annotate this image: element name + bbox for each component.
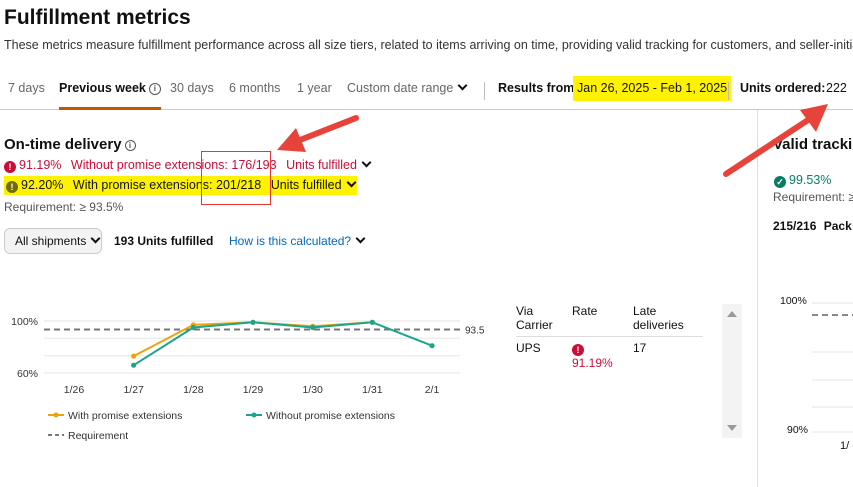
column-header: Late deliveries xyxy=(633,304,684,332)
warning-icon: ! xyxy=(6,181,18,193)
valid-tracking-requirement: Requirement: ≥ xyxy=(773,190,853,204)
data-point xyxy=(310,324,316,331)
data-point xyxy=(190,324,196,331)
units-ordered-value: 222 xyxy=(826,81,847,95)
chevron-down-icon xyxy=(361,157,372,168)
units-ordered-label: Units ordered: xyxy=(740,81,826,95)
alert-icon: ! xyxy=(4,161,16,173)
info-icon[interactable]: i xyxy=(124,140,136,151)
on-time-delivery-title: On-time delivery i xyxy=(4,136,136,153)
with-text: With promise extensions: xyxy=(72,178,213,192)
custom-range-label: Custom date range xyxy=(347,81,454,95)
scroll-up-icon[interactable] xyxy=(727,311,737,317)
late-cell: 17 xyxy=(633,336,703,370)
table-header-row: Via Carrier Rate Late deliveries xyxy=(516,304,703,337)
legend-label: Without promise extensions xyxy=(266,410,395,422)
without-extensions-metric: ! 91.19% Without promise extensions: 176/… xyxy=(4,157,372,173)
requirement-text: Requirement: ≥ 93.5% xyxy=(4,200,124,214)
x-tick-label: 1/30 xyxy=(302,384,323,396)
x-tick-label: 2/1 xyxy=(425,384,440,396)
tab-custom-date-range[interactable]: Custom date range xyxy=(347,80,468,95)
tab-previous-week-label: Previous week xyxy=(59,81,146,95)
carrier-table: Via Carrier Rate Late deliveries UPS ! 91… xyxy=(516,304,703,370)
column-header: Via Carrier xyxy=(516,304,553,332)
legend-label: With promise extensions xyxy=(68,410,182,422)
chevron-down-icon xyxy=(346,177,357,188)
annotation-arrow xyxy=(277,115,359,152)
valid-ratio-text: Pack xyxy=(823,219,852,233)
how-calculated-text: How is this calculated? xyxy=(229,234,352,248)
y-tick-label: 100% xyxy=(780,295,807,307)
tab-7-days[interactable]: 7 days xyxy=(8,81,45,95)
y-tick-label: 60% xyxy=(17,368,38,380)
check-icon: ✓ xyxy=(774,176,786,188)
y-tick-label: 90% xyxy=(787,424,809,436)
units-fulfilled-count: 193 Units fulfilled xyxy=(114,234,214,248)
arrow-shaft xyxy=(297,115,359,143)
chevron-down-icon xyxy=(90,233,101,244)
valid-tracking-ratio: 215/216 Pack xyxy=(773,219,852,233)
on-time-chart: 100% 60% 1/26 1/27 1/28 1/29 1/30 1/31 2/1 93.5 W… xyxy=(11,316,485,442)
chevron-down-icon xyxy=(355,233,366,244)
data-point xyxy=(131,353,137,359)
data-point xyxy=(429,343,435,349)
data-point xyxy=(250,319,256,325)
filter-label: All shipments xyxy=(15,234,87,248)
chart-legend: With promise extensions Without promise e… xyxy=(48,410,395,442)
page-title: Fulfillment metrics xyxy=(4,6,191,29)
carrier-cell: UPS xyxy=(516,336,572,370)
x-tick-label: 1/29 xyxy=(243,384,264,396)
y-tick-label: 100% xyxy=(11,316,38,328)
tab-1-year[interactable]: 1 year xyxy=(297,81,332,95)
divider xyxy=(728,82,729,100)
x-tick-label: 1/28 xyxy=(183,384,204,396)
info-icon[interactable]: i xyxy=(148,83,161,95)
on-time-title-text: On-time delivery xyxy=(4,136,122,153)
results-date-range: Jan 26, 2025 - Feb 1, 2025 xyxy=(573,76,732,101)
legend-label: Requirement xyxy=(68,430,128,442)
callout-box xyxy=(201,151,271,205)
page-subtitle: These metrics measure fulfillment perfor… xyxy=(4,38,853,52)
arrow-head xyxy=(277,128,306,152)
series-line xyxy=(133,321,373,357)
legend-marker xyxy=(251,412,257,418)
x-tick-label: 1/26 xyxy=(64,384,85,396)
with-pct: 92.20% xyxy=(21,178,64,192)
requirement-label: 93.5 xyxy=(465,325,485,336)
x-tick-label: 1/27 xyxy=(123,384,144,396)
valid-ratio-value: 215/216 xyxy=(773,219,817,233)
chevron-down-icon xyxy=(457,80,468,91)
with-extensions-metric: ! 92.20% With promise extensions: 201/218… xyxy=(4,176,357,195)
rate-value: 91.19% xyxy=(572,356,613,370)
data-point xyxy=(131,362,137,368)
tab-previous-week[interactable]: Previous week i xyxy=(59,81,161,110)
chart-series xyxy=(44,319,460,368)
table-scrollbar[interactable] xyxy=(722,304,742,438)
legend-marker xyxy=(53,412,59,418)
divider xyxy=(484,82,485,100)
table-row: UPS ! 91.19% 17 xyxy=(516,336,703,370)
scroll-down-icon[interactable] xyxy=(727,425,737,431)
date-range-tabs: 7 days Previous week i 30 days 6 months 1… xyxy=(0,76,853,110)
alert-icon: ! xyxy=(572,344,584,356)
with-units-label: Units fulfilled xyxy=(270,178,342,192)
valid-tracking-title: Valid tracki xyxy=(773,136,853,153)
with-units-dropdown[interactable]: Units fulfilled xyxy=(270,177,357,192)
shipments-filter-dropdown[interactable]: All shipments xyxy=(4,228,102,254)
without-pct: 91.19% xyxy=(19,158,62,172)
x-tick-label: 1/31 xyxy=(362,384,383,396)
without-units-dropdown[interactable]: Units fulfilled xyxy=(286,157,372,172)
valid-tracking-chart xyxy=(812,302,853,433)
tab-6-months[interactable]: 6 months xyxy=(229,81,280,95)
results-from-label: Results from: xyxy=(498,81,579,95)
column-header: Rate xyxy=(572,304,598,318)
panel-divider xyxy=(757,110,758,487)
rate-cell: ! 91.19% xyxy=(572,336,633,370)
without-units-label: Units fulfilled xyxy=(286,158,357,172)
data-point xyxy=(369,319,375,325)
tab-30-days[interactable]: 30 days xyxy=(170,81,214,95)
how-calculated-link[interactable]: How is this calculated? xyxy=(229,233,366,248)
valid-tracking-pct: 99.53% xyxy=(789,173,832,187)
valid-tracking-metric: ✓ 99.53% xyxy=(774,173,831,188)
